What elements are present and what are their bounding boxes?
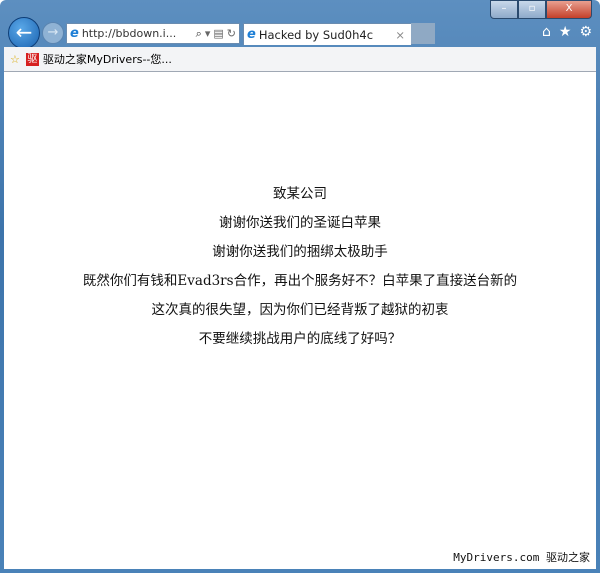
ie-icon: e	[70, 26, 79, 41]
chevron-down-icon[interactable]: ▾	[205, 27, 211, 40]
favorite-link[interactable]: 驱动之家MyDrivers--您...	[43, 51, 172, 67]
message-line: 谢谢你送我们的圣诞白苹果	[219, 215, 381, 231]
toolbar: ⌂ ★ ⚙	[542, 24, 592, 40]
close-button[interactable]: X	[546, 0, 592, 19]
mydrivers-logo-icon: 驱	[25, 52, 39, 66]
message-line: 既然你们有钱和Evad3rs合作，再出个服务好不？白苹果了直接送台新的	[82, 273, 518, 289]
browser-window: – ▫ X ← → e http://bbdown.i... ⌕ ▾ ▤ ↻ e…	[0, 0, 600, 573]
favorites-bar: ☆ 驱 驱动之家MyDrivers--您...	[4, 47, 596, 72]
home-icon[interactable]: ⌂	[542, 24, 551, 40]
compatibility-icon[interactable]: ▤	[213, 27, 223, 40]
star-icon[interactable]: ★	[559, 24, 572, 40]
new-tab-button[interactable]	[411, 23, 435, 44]
tab-active[interactable]: e Hacked by Sud0h4c ×	[243, 23, 412, 45]
window-controls: – ▫ X	[490, 0, 592, 19]
maximize-button[interactable]: ▫	[518, 0, 546, 19]
message-line: 这次真的很失望，因为你们已经背叛了越狱的初衷	[151, 302, 449, 318]
search-icon[interactable]: ⌕	[196, 27, 202, 41]
close-tab-icon[interactable]: ×	[395, 28, 405, 42]
forward-button[interactable]: →	[42, 22, 64, 44]
url-text[interactable]: http://bbdown.i...	[82, 27, 176, 40]
gear-icon[interactable]: ⚙	[579, 24, 592, 40]
watermark: MyDrivers.com 驱动之家	[453, 551, 590, 564]
ie-icon: e	[247, 27, 256, 42]
page-content: 致某公司 谢谢你送我们的圣诞白苹果 谢谢你送我们的捆绑太极助手 既然你们有钱和E…	[4, 72, 596, 569]
message: 致某公司 谢谢你送我们的圣诞白苹果 谢谢你送我们的捆绑太极助手 既然你们有钱和E…	[4, 184, 596, 358]
refresh-icon[interactable]: ↻	[227, 27, 236, 40]
message-line: 致某公司	[273, 186, 327, 202]
message-line: 谢谢你送我们的捆绑太极助手	[212, 244, 388, 260]
add-favorite-icon[interactable]: ☆	[10, 53, 20, 66]
address-bar[interactable]: e http://bbdown.i... ⌕ ▾ ▤ ↻	[66, 23, 240, 44]
minimize-button[interactable]: –	[490, 0, 518, 19]
back-button[interactable]: ←	[8, 17, 40, 49]
message-line: 不要继续挑战用户的底线了好吗？	[198, 331, 402, 347]
tab-title: Hacked by Sud0h4c	[258, 27, 374, 42]
